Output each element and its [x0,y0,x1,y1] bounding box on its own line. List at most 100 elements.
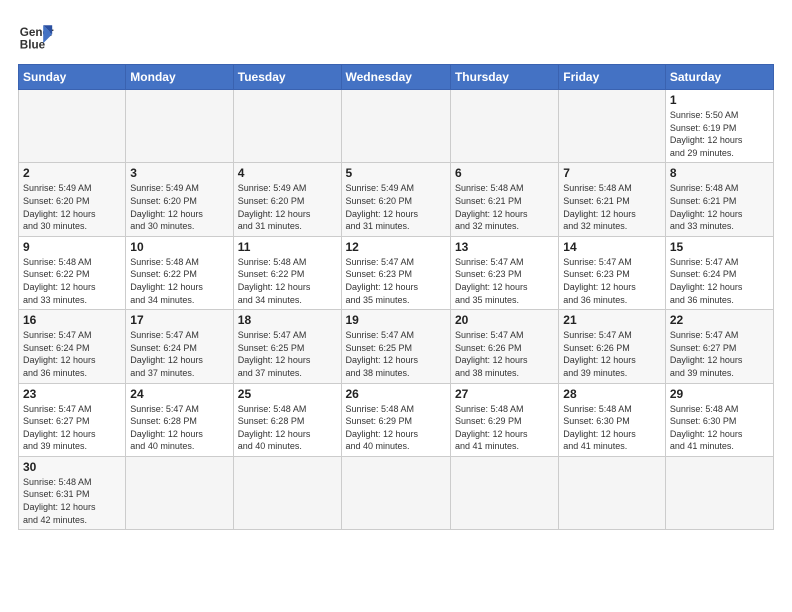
day-number: 10 [130,240,228,254]
day-number: 9 [23,240,121,254]
logo-icon: General Blue [18,18,54,54]
calendar-cell: 8 Sunrise: 5:48 AM Sunset: 6:21 PM Daylig… [665,163,773,236]
day-number: 24 [130,387,228,401]
day-number: 29 [670,387,769,401]
calendar-cell: 16 Sunrise: 5:47 AM Sunset: 6:24 PM Dayli… [19,310,126,383]
col-header-saturday: Saturday [665,65,773,90]
calendar-table: SundayMondayTuesdayWednesdayThursdayFrid… [18,64,774,530]
day-info: Sunrise: 5:47 AM Sunset: 6:24 PM Dayligh… [23,329,121,379]
calendar-cell [126,90,233,163]
header: General Blue [18,18,774,54]
calendar-cell: 3 Sunrise: 5:49 AM Sunset: 6:20 PM Daylig… [126,163,233,236]
day-info: Sunrise: 5:47 AM Sunset: 6:27 PM Dayligh… [670,329,769,379]
day-number: 16 [23,313,121,327]
day-number: 18 [238,313,337,327]
day-number: 11 [238,240,337,254]
calendar-cell: 28Sunrise: 5:48 AM Sunset: 6:30 PM Dayli… [559,383,666,456]
day-info: Sunrise: 5:48 AM Sunset: 6:21 PM Dayligh… [670,182,769,232]
day-number: 25 [238,387,337,401]
col-header-sunday: Sunday [19,65,126,90]
header-row: SundayMondayTuesdayWednesdayThursdayFrid… [19,65,774,90]
day-info: Sunrise: 5:48 AM Sunset: 6:29 PM Dayligh… [455,403,554,453]
col-header-monday: Monday [126,65,233,90]
day-number: 21 [563,313,661,327]
calendar-cell [665,456,773,529]
calendar-cell: 14 Sunrise: 5:47 AM Sunset: 6:23 PM Dayli… [559,236,666,309]
day-info: Sunrise: 5:47 AM Sunset: 6:25 PM Dayligh… [346,329,446,379]
day-number: 15 [670,240,769,254]
calendar-week-6: 30 Sunrise: 5:48 AM Sunset: 6:31 PM Dayli… [19,456,774,529]
day-info: Sunrise: 5:48 AM Sunset: 6:29 PM Dayligh… [346,403,446,453]
calendar-week-2: 2 Sunrise: 5:49 AM Sunset: 6:20 PM Daylig… [19,163,774,236]
day-info: Sunrise: 5:50 AM Sunset: 6:19 PM Dayligh… [670,109,769,159]
day-info: Sunrise: 5:47 AM Sunset: 6:23 PM Dayligh… [346,256,446,306]
svg-text:Blue: Blue [20,39,46,52]
calendar-cell: 25Sunrise: 5:48 AM Sunset: 6:28 PM Dayli… [233,383,341,456]
day-number: 1 [670,93,769,107]
day-info: Sunrise: 5:47 AM Sunset: 6:28 PM Dayligh… [130,403,228,453]
day-info: Sunrise: 5:49 AM Sunset: 6:20 PM Dayligh… [346,182,446,232]
calendar-cell: 5 Sunrise: 5:49 AM Sunset: 6:20 PM Daylig… [341,163,450,236]
day-number: 22 [670,313,769,327]
calendar-cell [126,456,233,529]
col-header-friday: Friday [559,65,666,90]
day-info: Sunrise: 5:49 AM Sunset: 6:20 PM Dayligh… [130,182,228,232]
day-number: 12 [346,240,446,254]
calendar-cell [450,90,558,163]
day-info: Sunrise: 5:47 AM Sunset: 6:26 PM Dayligh… [455,329,554,379]
col-header-wednesday: Wednesday [341,65,450,90]
day-info: Sunrise: 5:47 AM Sunset: 6:26 PM Dayligh… [563,329,661,379]
day-number: 23 [23,387,121,401]
calendar-cell: 11Sunrise: 5:48 AM Sunset: 6:22 PM Dayli… [233,236,341,309]
calendar-cell: 10 Sunrise: 5:48 AM Sunset: 6:22 PM Dayli… [126,236,233,309]
day-number: 7 [563,166,661,180]
day-info: Sunrise: 5:48 AM Sunset: 6:31 PM Dayligh… [23,476,121,526]
day-info: Sunrise: 5:47 AM Sunset: 6:27 PM Dayligh… [23,403,121,453]
calendar-week-5: 23 Sunrise: 5:47 AM Sunset: 6:27 PM Dayli… [19,383,774,456]
day-info: Sunrise: 5:48 AM Sunset: 6:21 PM Dayligh… [563,182,661,232]
calendar-cell [450,456,558,529]
day-info: Sunrise: 5:47 AM Sunset: 6:23 PM Dayligh… [563,256,661,306]
col-header-tuesday: Tuesday [233,65,341,90]
calendar-cell: 12 Sunrise: 5:47 AM Sunset: 6:23 PM Dayli… [341,236,450,309]
day-info: Sunrise: 5:48 AM Sunset: 6:30 PM Dayligh… [670,403,769,453]
calendar-cell: 24 Sunrise: 5:47 AM Sunset: 6:28 PM Dayli… [126,383,233,456]
day-number: 8 [670,166,769,180]
day-number: 27 [455,387,554,401]
calendar-cell [559,90,666,163]
day-number: 28 [563,387,661,401]
calendar-cell: 19 Sunrise: 5:47 AM Sunset: 6:25 PM Dayli… [341,310,450,383]
day-number: 19 [346,313,446,327]
calendar-cell [233,90,341,163]
day-info: Sunrise: 5:47 AM Sunset: 6:23 PM Dayligh… [455,256,554,306]
day-info: Sunrise: 5:47 AM Sunset: 6:24 PM Dayligh… [670,256,769,306]
day-number: 14 [563,240,661,254]
day-info: Sunrise: 5:47 AM Sunset: 6:25 PM Dayligh… [238,329,337,379]
day-info: Sunrise: 5:48 AM Sunset: 6:22 PM Dayligh… [23,256,121,306]
calendar-cell: 22 Sunrise: 5:47 AM Sunset: 6:27 PM Dayli… [665,310,773,383]
page: General Blue SundayMondayTuesdayWednesda… [0,0,792,612]
calendar-cell: 20 Sunrise: 5:47 AM Sunset: 6:26 PM Dayli… [450,310,558,383]
day-number: 26 [346,387,446,401]
calendar-cell: 1 Sunrise: 5:50 AM Sunset: 6:19 PM Daylig… [665,90,773,163]
day-number: 20 [455,313,554,327]
day-number: 17 [130,313,228,327]
day-info: Sunrise: 5:48 AM Sunset: 6:22 PM Dayligh… [130,256,228,306]
day-number: 6 [455,166,554,180]
col-header-thursday: Thursday [450,65,558,90]
calendar-cell [19,90,126,163]
calendar-cell [341,90,450,163]
calendar-cell [341,456,450,529]
day-number: 5 [346,166,446,180]
calendar-cell: 29 Sunrise: 5:48 AM Sunset: 6:30 PM Dayli… [665,383,773,456]
calendar-cell: 2Sunrise: 5:49 AM Sunset: 6:20 PM Daylig… [19,163,126,236]
calendar-week-4: 16 Sunrise: 5:47 AM Sunset: 6:24 PM Dayli… [19,310,774,383]
calendar-cell: 15 Sunrise: 5:47 AM Sunset: 6:24 PM Dayli… [665,236,773,309]
calendar-cell [233,456,341,529]
day-number: 2 [23,166,121,180]
calendar-cell: 26 Sunrise: 5:48 AM Sunset: 6:29 PM Dayli… [341,383,450,456]
day-number: 30 [23,460,121,474]
calendar-cell: 17Sunrise: 5:47 AM Sunset: 6:24 PM Dayli… [126,310,233,383]
calendar-cell [559,456,666,529]
day-number: 3 [130,166,228,180]
